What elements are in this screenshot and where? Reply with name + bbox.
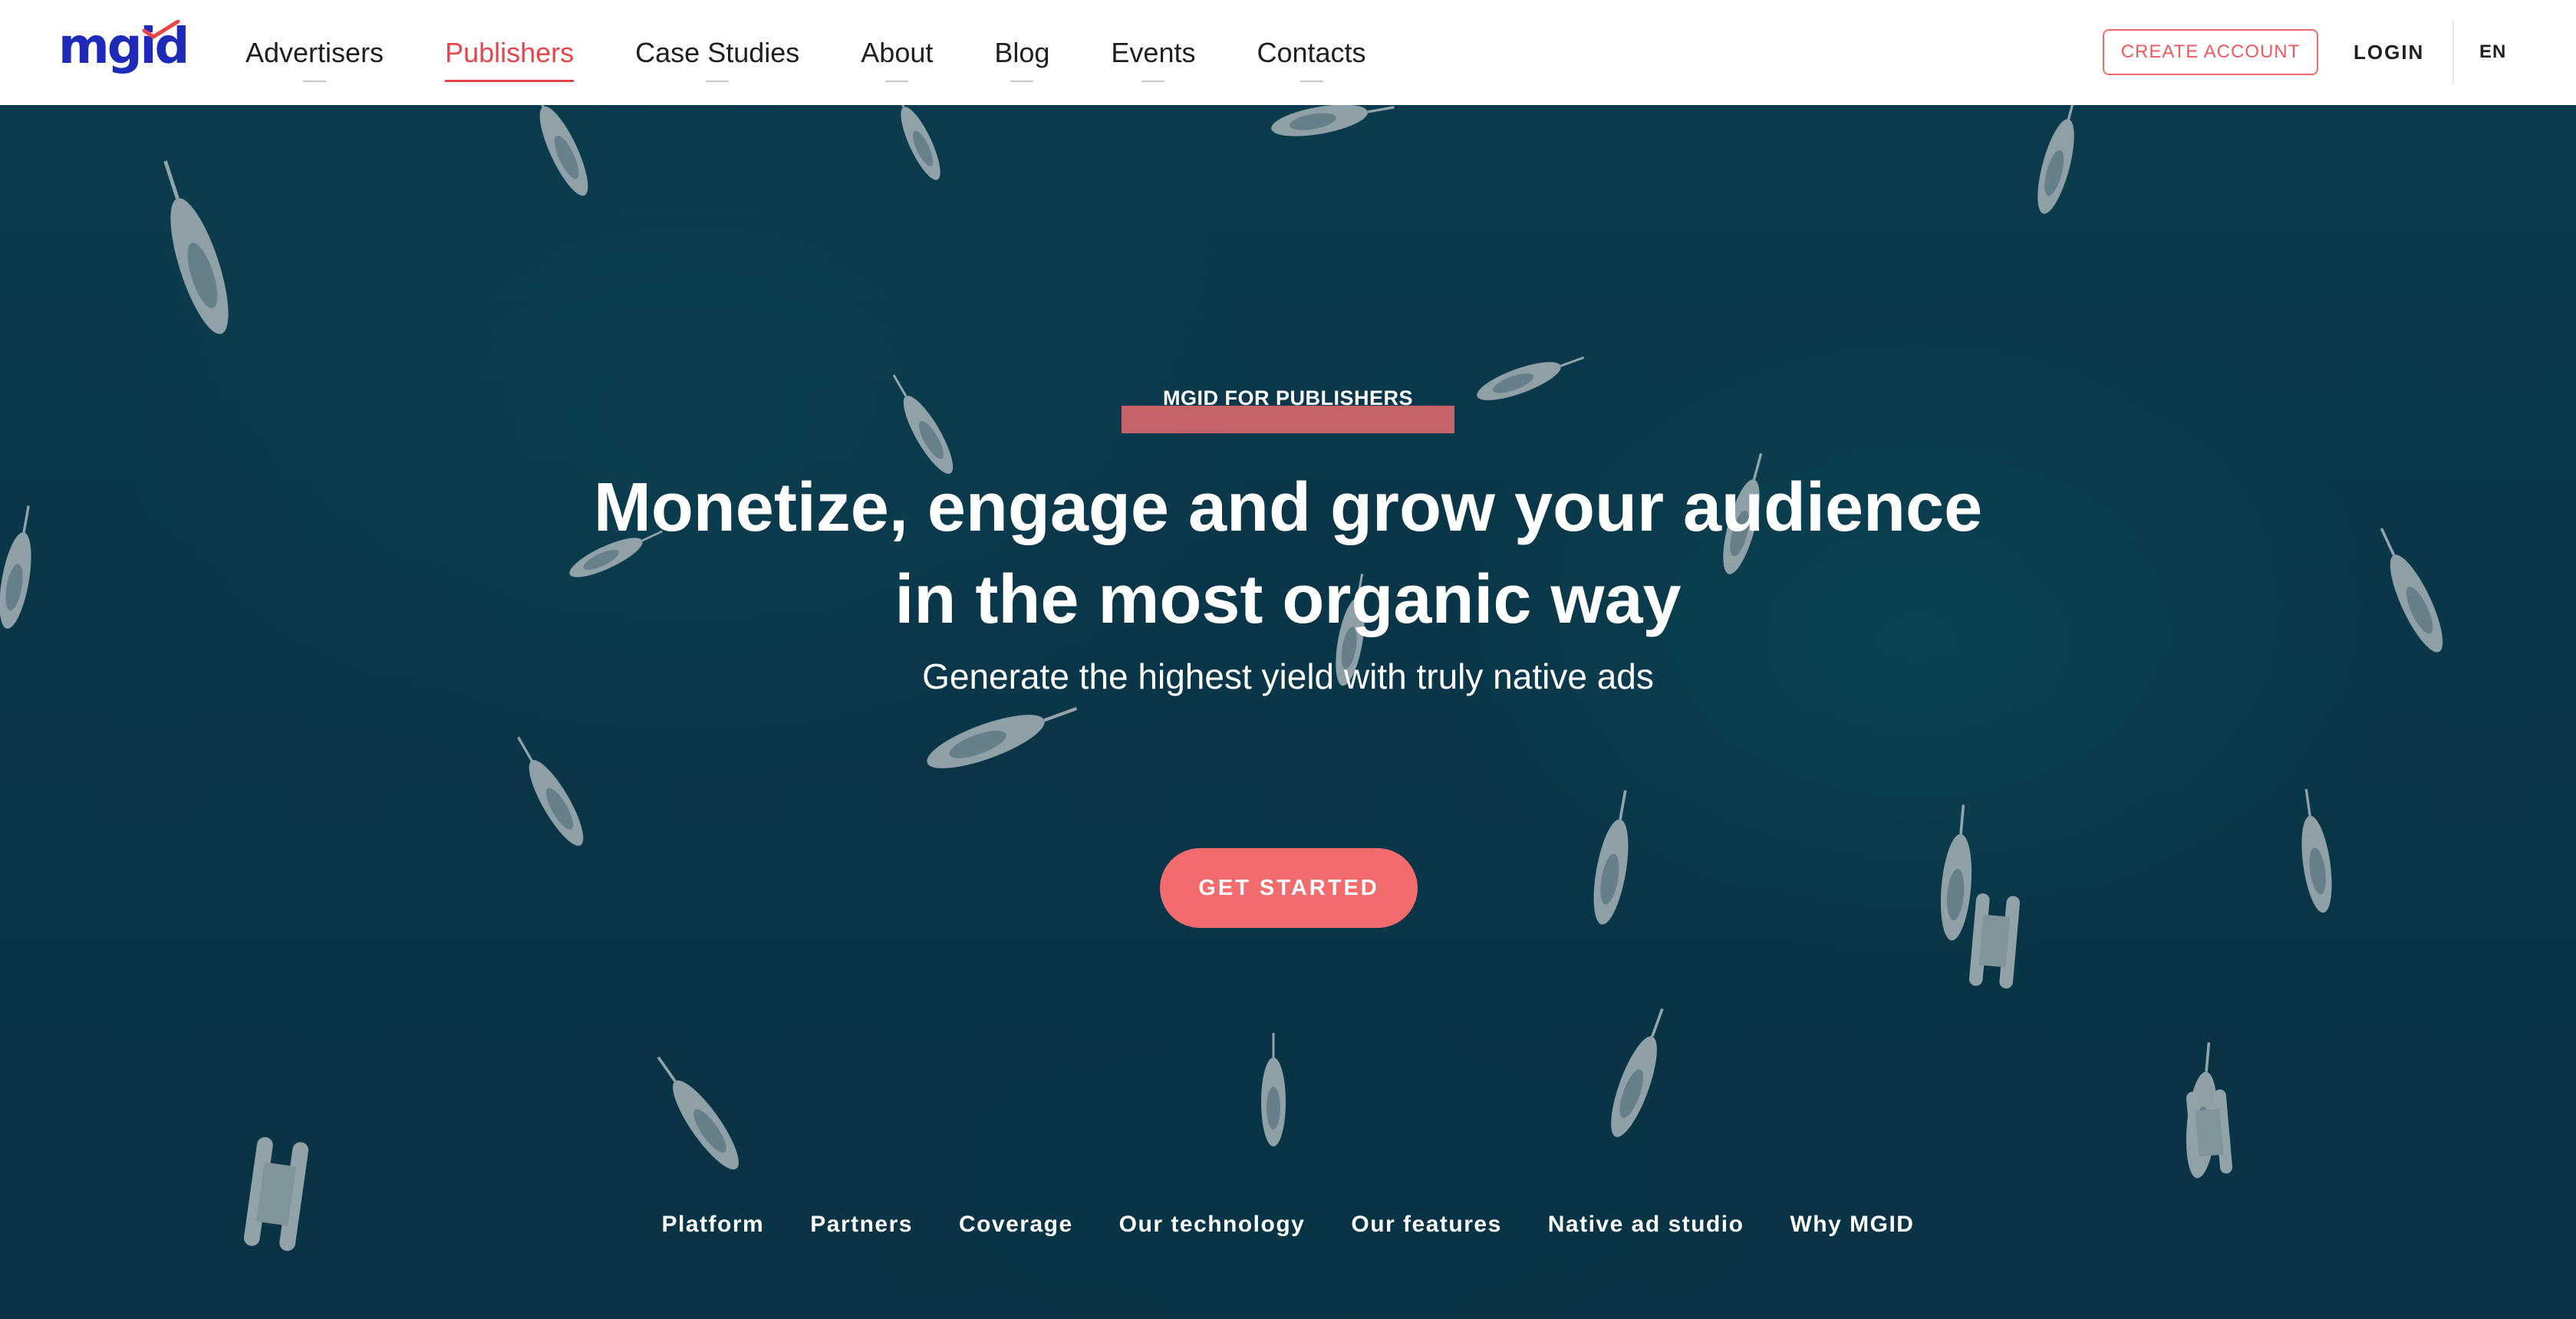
section-link-our-features[interactable]: Our features bbox=[1351, 1209, 1501, 1240]
section-nav: Platform Partners Coverage Our technolog… bbox=[0, 1209, 2576, 1240]
headline-line-2: in the most organic way bbox=[894, 561, 1682, 638]
headline-line-1: Monetize, engage and grow your audience bbox=[593, 469, 1983, 546]
section-link-why-mgid[interactable]: Why MGID bbox=[1790, 1209, 1914, 1240]
hero-section: MGID FOR PUBLISHERS Monetize, engage and… bbox=[0, 105, 2576, 1319]
get-started-button[interactable]: GET STARTED bbox=[1160, 848, 1418, 928]
hero-kicker: MGID FOR PUBLISHERS bbox=[1122, 383, 1454, 433]
section-link-partners[interactable]: Partners bbox=[810, 1209, 913, 1240]
nav-events[interactable]: Events bbox=[1111, 35, 1195, 82]
site-header: mgid Advertisers Publishers Case Studies… bbox=[0, 0, 2576, 105]
hero-subheadline: Generate the highest yield with truly na… bbox=[922, 656, 1654, 696]
mgid-logo[interactable]: mgid bbox=[58, 17, 189, 77]
kicker-text: MGID FOR PUBLISHERS bbox=[1162, 386, 1413, 410]
nav-advertisers[interactable]: Advertisers bbox=[245, 35, 384, 82]
login-link[interactable]: LOGIN bbox=[2354, 29, 2424, 75]
hero-overlay bbox=[0, 105, 2576, 1319]
create-account-button[interactable]: CREATE ACCOUNT bbox=[2103, 29, 2318, 75]
section-link-our-technology[interactable]: Our technology bbox=[1119, 1209, 1306, 1240]
nav-about[interactable]: About bbox=[861, 35, 933, 82]
section-link-native-ad-studio[interactable]: Native ad studio bbox=[1548, 1209, 1744, 1240]
section-link-coverage[interactable]: Coverage bbox=[959, 1209, 1073, 1240]
nav-contacts[interactable]: Contacts bbox=[1257, 35, 1366, 82]
section-link-platform[interactable]: Platform bbox=[662, 1209, 765, 1240]
header-divider bbox=[2452, 20, 2454, 84]
hero-headline: Monetize, engage and grow your audience … bbox=[521, 462, 2055, 646]
nav-blog[interactable]: Blog bbox=[994, 35, 1049, 82]
language-selector[interactable]: EN bbox=[2479, 29, 2506, 75]
nav-case-studies[interactable]: Case Studies bbox=[635, 35, 799, 82]
main-nav: Advertisers Publishers Case Studies Abou… bbox=[245, 0, 1428, 105]
nav-publishers[interactable]: Publishers bbox=[445, 35, 575, 82]
logo-check-icon bbox=[142, 20, 180, 39]
